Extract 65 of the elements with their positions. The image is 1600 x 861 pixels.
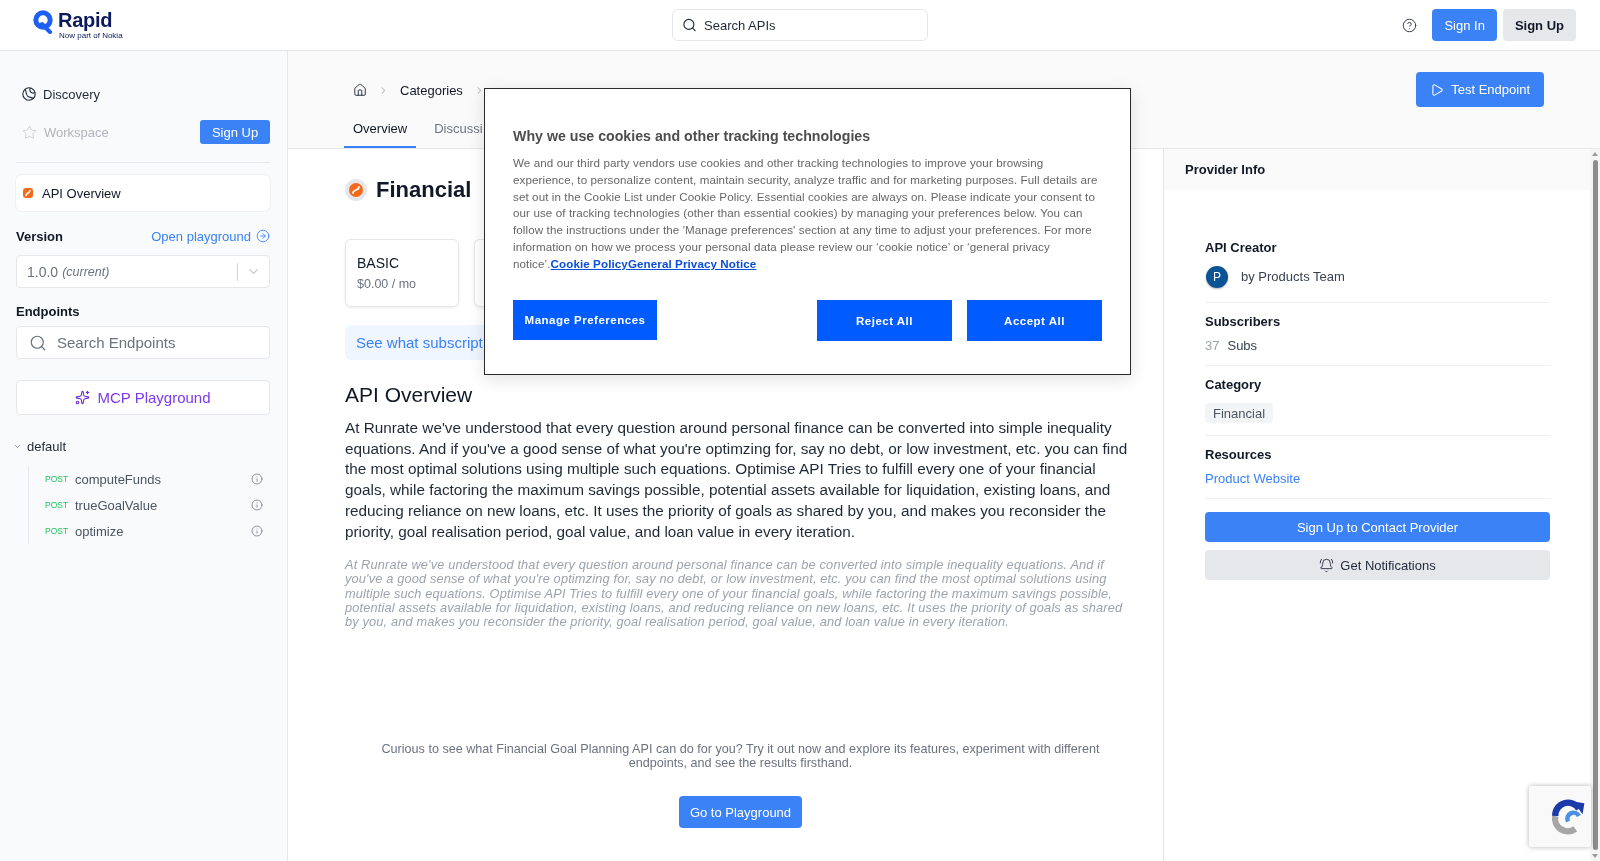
cookie-button[interactable]: Accept All — [967, 300, 1102, 341]
method-label: POST — [45, 474, 70, 484]
home-icon[interactable] — [353, 83, 367, 97]
contact-provider-button[interactable]: Sign Up to Contact Provider — [1205, 512, 1550, 542]
section-heading: API Overview — [345, 383, 474, 407]
section-label: API Creator — [1205, 239, 1278, 257]
api-logo-icon — [345, 179, 367, 201]
pricing-card[interactable]: BASIC $0.00 / mo — [345, 239, 459, 307]
cookie-button[interactable]: Reject All — [817, 300, 952, 341]
sparkle-icon — [75, 390, 91, 405]
cookie-notice-text: We and our third party vendors use cookies and other tracking technologies to improve your browsing experience, to personalize content, maintain security, analyze traffic and for marketing purposes. Full details are set out in the Cookie List under Cookie Policy. Essential cookies are always on. Please indicate your consent to our use of tracking technologies (other than essential cookies) by managing your preferences below. You can follow the instructions under the 'Manage preferences' section at any time to adjust your preferences. For more information on how we process your personal data please review our ‘cookie notice’ or ‘general privacy notice’.Cookie PolicyGeneral Privacy Notice — [513, 155, 1099, 272]
policy-link[interactable]: Cookie Policy — [550, 256, 628, 270]
breadcrumb-link[interactable]: Categories — [400, 82, 463, 98]
section-label: Category — [1205, 376, 1263, 394]
logo-tagline: Now part of Nokia — [59, 31, 123, 40]
bell-icon — [1319, 557, 1335, 573]
star-icon — [22, 124, 37, 140]
dialog-title: Why we use cookies and other tracking technologies — [513, 127, 872, 146]
section-label: Resources — [1205, 446, 1273, 464]
endpoint-item[interactable]: POST trueGoalValue — [29, 492, 270, 518]
tab[interactable]: Discussi — [425, 110, 483, 148]
arrow-circle-icon — [256, 229, 270, 243]
endpoints-label: Endpoints — [16, 303, 80, 319]
api-overview-item[interactable]: API Overview — [16, 175, 270, 211]
sign-in-button[interactable]: Sign In — [1432, 9, 1497, 41]
api-logo-icon — [23, 188, 33, 198]
website-link[interactable]: Product Website — [1205, 470, 1301, 488]
api-title: Financial — [376, 177, 472, 203]
test-endpoint-button[interactable]: Test Endpoint — [1416, 72, 1544, 107]
long-description-text: At Runrate we've understood that every question around personal finance can be converted into simple inequality equations. And if you've a good sense of what you're optimzing for, say no debt, or low investment, etc. you can find the most optimal solutions using multiple such equations. Optimise API Tries to fulfill every one of your financial goals, while factoring the maximum savings possible, potential assets available for liquidation, existing loans, and reducing reliance on new loans, etc. It uses the priority of goals as shared by you, and makes you reconsider the priority, goal realisation period, goal value, and loan value in every iteration. — [345, 558, 1124, 630]
subscriber-count: 37 — [1205, 337, 1220, 355]
scrollbar[interactable] — [1590, 149, 1600, 861]
endpoint-item[interactable]: POST optimize — [29, 518, 270, 544]
globe-icon — [22, 87, 36, 101]
mcp-playground-button[interactable]: MCP Playground — [16, 380, 270, 415]
nav-item[interactable]: Discovery — [16, 86, 101, 102]
subscriber-unit: Subs — [1227, 337, 1258, 355]
endpoint-item[interactable]: POST computeFunds — [29, 466, 270, 492]
endpoint-group[interactable]: default — [13, 437, 270, 455]
logo-icon — [33, 10, 53, 34]
help-icon[interactable] — [1402, 17, 1418, 33]
open-playground-link[interactable]: Open playground — [151, 228, 270, 244]
policy-link[interactable]: General Privacy Notice — [627, 256, 757, 270]
sign-up-button[interactable]: Sign Up — [200, 120, 270, 144]
search-field[interactable]: Search APIs — [672, 9, 928, 41]
section-label: Subscribers — [1205, 313, 1282, 331]
tab[interactable]: Overview — [344, 110, 417, 148]
logo-name: Rapid — [58, 10, 114, 31]
captcha-badge[interactable] — [1529, 786, 1591, 847]
cookie-button[interactable]: Manage Preferences — [513, 300, 657, 340]
version-select[interactable]: 1.0.0 (current) — [16, 255, 270, 288]
description-text: At Runrate we've understood that every question around personal finance can be converted into simple inequality equations. And if you've a good sense of what you're optimzing for, say no debt, or low investment, etc. you can find the most optimal solutions using multiple such equations. Optimise API Tries to fulfill every one of your financial goals, while factoring the maximum savings possible, potential assets available for liquidation, existing loans, and reducing reliance on new loans, etc. It uses the priority of goals as shared by you, and makes you reconsider the priority, goal realisation period, goal value, and loan value in every iteration. — [345, 418, 1129, 542]
avatar: P — [1206, 266, 1228, 288]
go-to-playground-button[interactable]: Go to Playground — [678, 796, 803, 829]
method-label: POST — [45, 526, 70, 536]
method-label: POST — [45, 500, 70, 510]
play-icon — [1430, 82, 1445, 97]
notifications-button[interactable]: Get Notifications — [1205, 550, 1550, 580]
playground-prompt-text: Curious to see what Financial Goal Planning API can do for you? Try it out now and explore its features, experiment with different endpoints, and see the results firsthand. — [380, 742, 1101, 771]
search-field[interactable]: Search Endpoints — [16, 326, 270, 359]
sign-up-button[interactable]: Sign Up — [1502, 9, 1576, 41]
category-tag[interactable]: Financial — [1205, 403, 1274, 423]
version-label: Version — [16, 228, 63, 244]
creator-name: by Products Team — [1241, 268, 1345, 286]
panel-title: Provider Info — [1185, 162, 1266, 177]
